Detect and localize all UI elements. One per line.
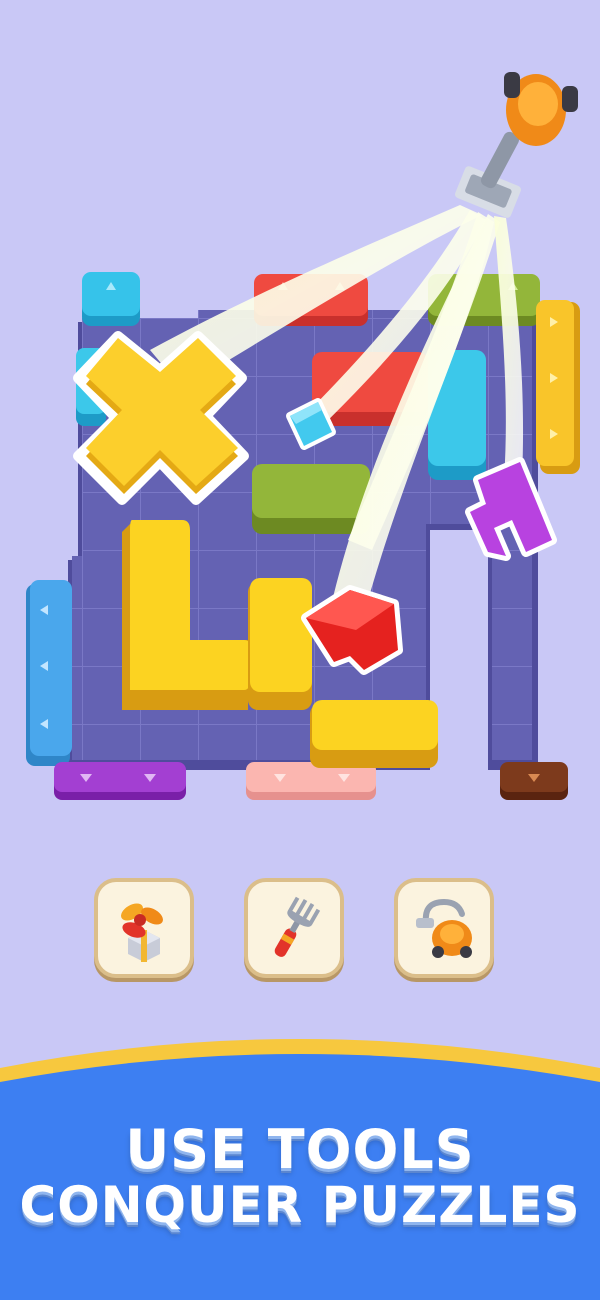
game-scene: [0, 72, 600, 1300]
block-blue-left[interactable]: [26, 580, 72, 766]
piece-yellow-tall[interactable]: [248, 578, 312, 710]
piece-green-block[interactable]: [252, 464, 370, 534]
block-cyan-top-left[interactable]: [82, 272, 140, 326]
headline-line-2: CONQUER PUZZLES: [19, 1176, 581, 1234]
block-purple-bottom[interactable]: [54, 762, 186, 800]
block-yellow-right[interactable]: [536, 300, 580, 474]
vacuum-icon: [416, 898, 472, 958]
headline-line-1: USE TOOLS: [125, 1118, 475, 1181]
piece-yellow-bottom[interactable]: [310, 700, 438, 768]
fork-icon: [274, 896, 321, 957]
tool-vacuum-button[interactable]: [394, 878, 494, 978]
block-brown-bottom[interactable]: [500, 762, 568, 800]
vacuum-tool[interactable]: [454, 72, 578, 219]
fan-gift-icon: [121, 903, 163, 962]
tool-fork-button[interactable]: [244, 878, 344, 978]
tool-fan-button[interactable]: [94, 878, 194, 978]
